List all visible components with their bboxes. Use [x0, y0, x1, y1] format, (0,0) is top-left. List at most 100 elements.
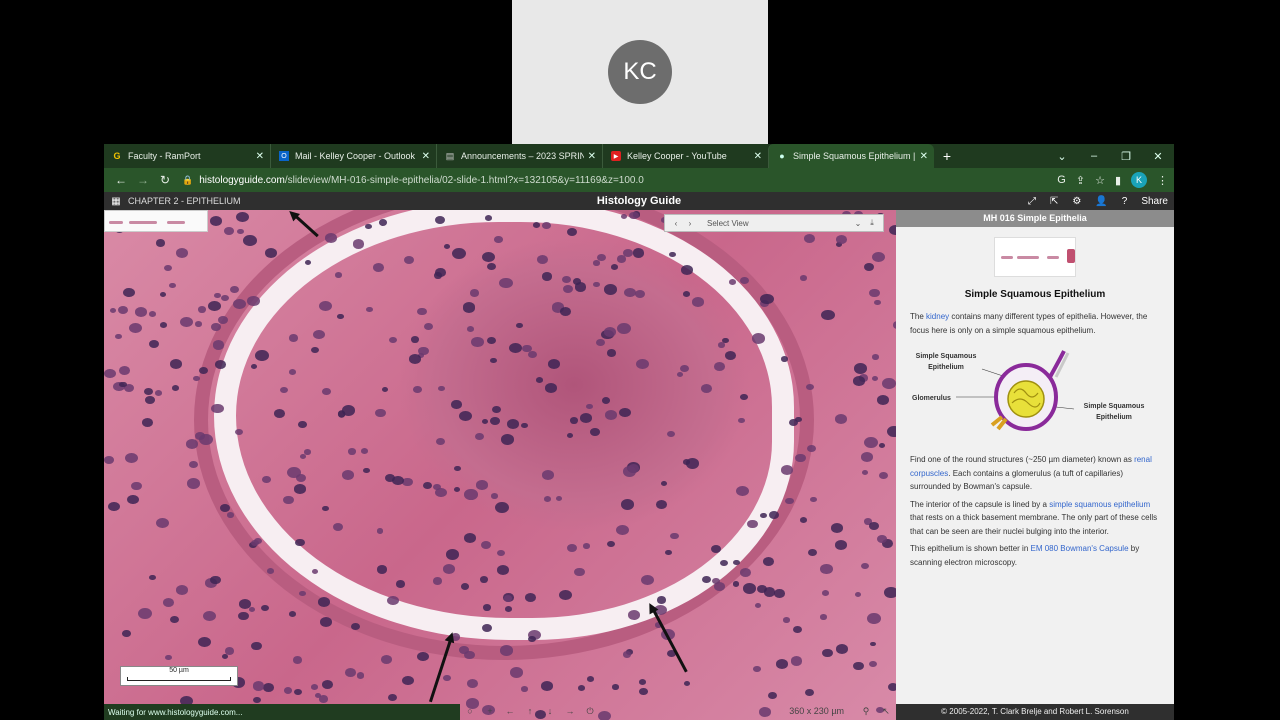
pan-down-icon[interactable]: ↓ [540, 706, 560, 716]
tab-outlook[interactable]: O Mail - Kelley Cooper - Outlook ✕ [270, 144, 436, 168]
corner-arrow-icon[interactable]: ↖ [876, 706, 896, 717]
forward-icon[interactable]: → [132, 173, 154, 187]
nucleus [413, 386, 422, 393]
pointer-icon[interactable]: ⇱ [1050, 196, 1058, 207]
nucleus [243, 235, 257, 247]
select-view-dropdown[interactable]: ‹ › Select View ⌄ ⤓ [664, 214, 884, 232]
nucleus [505, 606, 513, 612]
restore-icon[interactable]: ❐ [1110, 150, 1142, 163]
nucleus [665, 550, 672, 556]
nucleus [251, 363, 258, 369]
nucleus [372, 262, 385, 273]
nucleus [221, 653, 229, 660]
nucleus [537, 254, 549, 264]
bookmark-star-icon[interactable]: ☆ [1095, 174, 1105, 187]
reload-icon[interactable]: ↻ [154, 173, 176, 187]
zoom-in-icon[interactable]: + [480, 706, 500, 716]
power-icon[interactable]: ⏻ [580, 706, 600, 717]
video-tile: KC [512, 0, 768, 144]
nucleus [562, 276, 572, 284]
share-page-icon[interactable]: ⇪ [1076, 174, 1085, 187]
em-080-link[interactable]: EM 080 Bowman's Capsule [1031, 544, 1129, 553]
nucleus [878, 471, 888, 479]
nucleus [724, 350, 737, 360]
nucleus [739, 568, 752, 578]
close-icon[interactable]: ✕ [588, 151, 596, 162]
back-icon[interactable]: ← [110, 173, 132, 187]
pan-right-icon[interactable]: → [560, 706, 580, 716]
slide-viewer[interactable]: ‹ › Select View ⌄ ⤓ 50 µm ○ + ← ↑ ↓ → ⏻ … [104, 210, 896, 720]
nucleus [232, 298, 246, 309]
nucleus [149, 574, 157, 581]
nucleus [404, 255, 415, 264]
nucleus [138, 607, 153, 619]
close-icon[interactable]: ✕ [422, 151, 430, 162]
zoom-slider-icon[interactable]: ○ [460, 706, 480, 716]
menu-dots-icon[interactable]: ⋮ [1157, 174, 1168, 187]
nucleus [822, 590, 830, 597]
profile-avatar[interactable]: K [1131, 172, 1147, 188]
nucleus [211, 403, 224, 414]
nucleus [118, 305, 129, 314]
nucleus [169, 358, 183, 369]
close-window-icon[interactable]: ✕ [1142, 150, 1174, 163]
chevron-down-icon[interactable]: ⌄ [851, 219, 865, 228]
nucleus [356, 672, 365, 679]
nucleus [262, 683, 274, 692]
user-icon[interactable]: 👤 [1095, 196, 1107, 207]
nucleus [376, 565, 388, 574]
pin-icon[interactable]: ⚲ [856, 706, 876, 717]
nucleus [877, 534, 888, 543]
nucleus [162, 598, 174, 608]
new-tab-button[interactable]: + [934, 144, 960, 168]
nucleus [572, 278, 581, 285]
chevron-left-icon[interactable]: ‹ [669, 219, 683, 228]
share-button[interactable]: Share [1141, 196, 1168, 207]
nucleus [312, 329, 325, 340]
help-icon[interactable]: ? [1122, 196, 1128, 207]
slide-thumbnail-navigator[interactable] [104, 210, 208, 232]
nucleus [251, 642, 262, 651]
tab-announcements[interactable]: ▤ Announcements – 2023 SPRING ✕ [436, 144, 602, 168]
nucleus [154, 389, 163, 396]
pan-left-icon[interactable]: ← [500, 706, 520, 716]
nucleus [410, 336, 420, 343]
chevron-right-icon[interactable]: › [683, 219, 697, 228]
nucleus [251, 539, 260, 547]
nucleus [474, 432, 484, 440]
youtube-icon: ▶ [611, 151, 621, 161]
browser-window: G Faculty - RamPort ✕ O Mail - Kelley Co… [104, 144, 1174, 720]
chapter-link[interactable]: CHAPTER 2 - EPITHELIUM [128, 196, 241, 206]
nucleus [620, 499, 635, 510]
nucleus [790, 656, 803, 666]
tab-ramport[interactable]: G Faculty - RamPort ✕ [104, 144, 270, 168]
settings-icon[interactable]: ⚙ [1072, 196, 1081, 207]
nucleus [617, 322, 632, 334]
nucleus [194, 321, 202, 327]
kidney-link[interactable]: kidney [926, 312, 949, 321]
grid-menu-icon[interactable]: ▦ [104, 196, 128, 207]
side-panel-icon[interactable]: ▮ [1115, 174, 1121, 187]
nucleus [884, 586, 896, 598]
pan-up-icon[interactable]: ↑ [520, 706, 540, 716]
close-icon[interactable]: ✕ [920, 151, 928, 162]
fullscreen-icon[interactable]: ⤢ [1028, 196, 1036, 207]
url-field[interactable]: 🔒 histologyguide.com/slideview/MH-016-si… [182, 170, 1057, 190]
paragraph-4: This epithelium is shown better in EM 08… [910, 544, 1140, 567]
tab-histology[interactable]: ● Simple Squamous Epithelium | E ✕ [768, 144, 934, 168]
close-icon[interactable]: ✕ [256, 151, 264, 162]
nucleus [882, 377, 896, 389]
nucleus [148, 339, 159, 348]
tab-youtube[interactable]: ▶ Kelley Cooper - YouTube ✕ [602, 144, 768, 168]
minimize-icon[interactable]: – [1078, 150, 1110, 162]
nucleus [853, 661, 864, 671]
tab-search-icon[interactable]: ⌄ [1046, 150, 1078, 163]
simple-squamous-link[interactable]: simple squamous epithelium [1049, 500, 1150, 509]
download-icon[interactable]: ⤓ [865, 218, 879, 228]
nucleus [104, 456, 114, 464]
nucleus [543, 496, 551, 502]
slide-thumbnail[interactable] [994, 237, 1076, 277]
google-icon[interactable]: G [1057, 174, 1066, 186]
lock-icon: 🔒 [182, 174, 194, 185]
close-icon[interactable]: ✕ [754, 151, 762, 162]
